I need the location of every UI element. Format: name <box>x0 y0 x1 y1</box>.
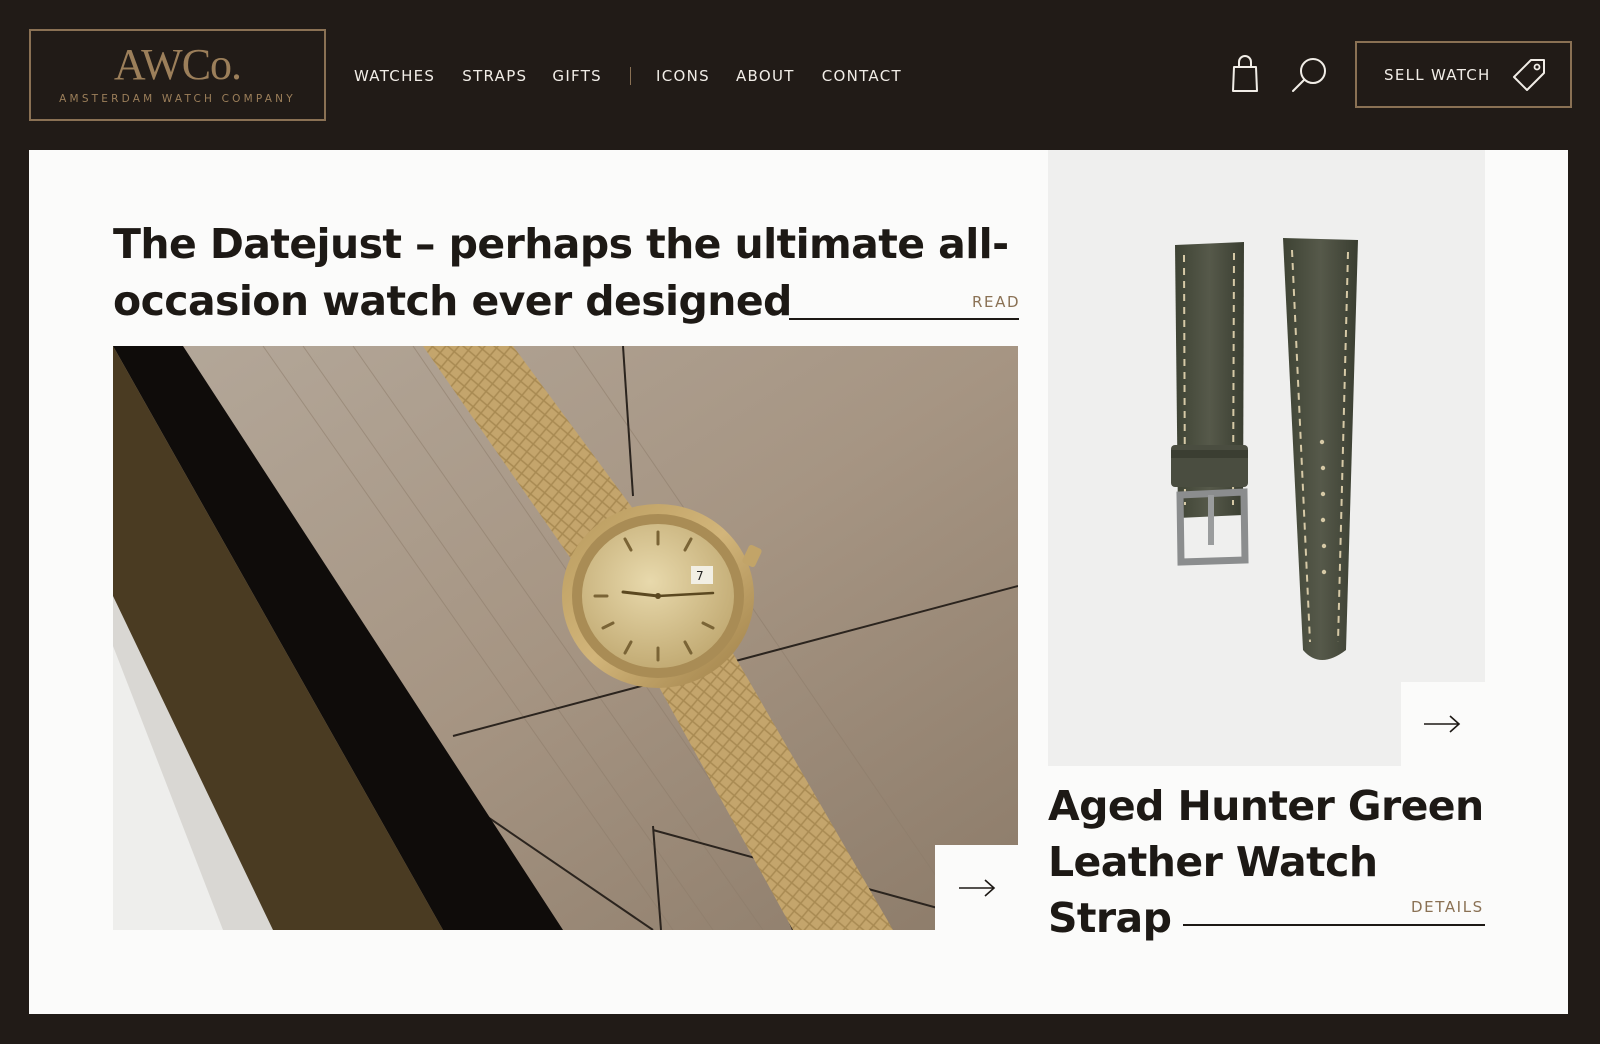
nav-item-watches[interactable]: WATCHES <box>354 66 435 86</box>
details-underline <box>1183 924 1485 926</box>
product-arrow-button[interactable] <box>1401 682 1485 766</box>
product-image[interactable] <box>1048 150 1485 766</box>
nav-divider <box>630 67 631 85</box>
price-tag-icon <box>1511 57 1547 93</box>
details-link[interactable]: DETAILS <box>1411 898 1484 916</box>
featured-content-card: The Datejust – perhaps the ultimate all-… <box>29 150 1568 1014</box>
nav-item-contact[interactable]: CONTACT <box>822 66 902 86</box>
search-icon[interactable] <box>1290 55 1330 95</box>
read-link[interactable]: READ <box>972 293 1020 311</box>
nav-item-gifts[interactable]: GIFTS <box>552 66 602 86</box>
sell-watch-button[interactable]: SELL WATCH <box>1355 41 1572 108</box>
nav-item-about[interactable]: ABOUT <box>736 66 795 86</box>
logo-mark: AWCo. <box>113 40 242 89</box>
svg-text:7: 7 <box>696 569 704 583</box>
arrow-right-icon <box>959 879 996 897</box>
article-arrow-button[interactable] <box>935 845 1019 931</box>
article-title[interactable]: The Datejust – perhaps the ultimate all-… <box>113 216 1043 330</box>
nav-item-straps[interactable]: STRAPS <box>462 66 527 86</box>
nav-item-icons[interactable]: ICONS <box>656 66 710 86</box>
article-hero-image[interactable]: 7 <box>113 346 1018 930</box>
shopping-bag-icon[interactable] <box>1230 54 1260 94</box>
arrow-right-icon <box>1424 715 1461 733</box>
brand-logo[interactable]: AWCo. AMSTERDAM WATCH COMPANY <box>29 29 326 121</box>
product-title[interactable]: Aged Hunter Green Leather Watch Strap <box>1048 778 1488 946</box>
logo-subtitle: AMSTERDAM WATCH COMPANY <box>59 93 296 105</box>
read-underline <box>789 318 1019 320</box>
main-nav: WATCHES STRAPS GIFTS ICONS ABOUT CONTACT <box>354 66 902 86</box>
sell-watch-label: SELL WATCH <box>1384 65 1491 84</box>
